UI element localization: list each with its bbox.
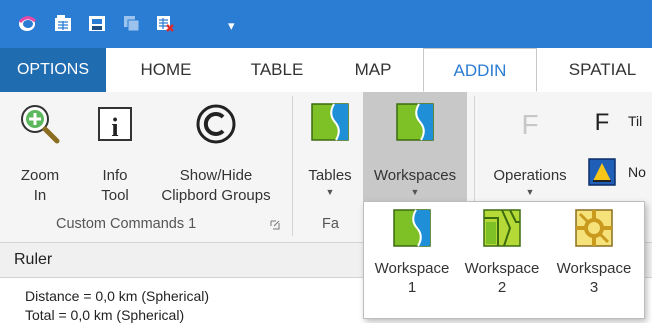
workspace-1-label-2: 1: [407, 279, 417, 296]
workspaces-dropdown-menu: Workspace 1 Workspace 2 Workspace 3: [363, 201, 645, 319]
tab-options[interactable]: OPTIONS: [0, 48, 106, 92]
show-hide-label-2: Clipbord Groups: [161, 187, 271, 204]
workspace-3-label-2: 3: [589, 279, 599, 296]
north-arrow-button[interactable]: No: [588, 156, 652, 186]
tables-label: Tables: [308, 167, 352, 184]
info-tool-label-2: Tool: [101, 187, 129, 204]
custom-commands-group-label: Custom Commands 1: [56, 216, 197, 232]
workspace-1-label-1: Workspace: [374, 260, 450, 277]
tile-label: Til: [628, 113, 643, 129]
zoom-in-label-2: In: [33, 187, 47, 204]
tables-button[interactable]: Tables ▼: [304, 102, 356, 198]
copy-icon[interactable]: [121, 12, 141, 34]
tab-spatial[interactable]: SPATIAL: [553, 48, 652, 92]
zoom-in-label-1: Zoom: [20, 167, 60, 184]
close-table-icon[interactable]: [155, 12, 175, 34]
tab-home[interactable]: HOME: [122, 48, 210, 92]
workspaces-dropdown-arrow-icon: ▼: [410, 187, 420, 197]
info-tool-label-1: Info: [102, 167, 128, 184]
tables-map-icon: [311, 103, 349, 141]
tab-table[interactable]: TABLE: [232, 48, 322, 92]
operations-icon: F: [521, 109, 538, 140]
workspace-3-map-icon: [575, 209, 613, 247]
fa-group-label: Fa: [322, 216, 339, 232]
show-hide-label-1: Show/Hide: [179, 167, 253, 184]
customize-qat-icon[interactable]: ▾: [228, 18, 235, 34]
workspaces-label: Workspaces: [373, 167, 457, 184]
ruler-title: Ruler: [14, 251, 53, 268]
operations-label: Operations: [493, 167, 567, 184]
workspace-1-item[interactable]: Workspace 1: [367, 208, 457, 297]
svg-text:F: F: [521, 109, 538, 140]
quick-access-toolbar: ▾: [0, 0, 652, 48]
ruler-distance: Distance = 0,0 km (Spherical): [25, 288, 210, 304]
info-icon: i: [98, 107, 132, 142]
workspaces-button[interactable]: Workspaces ▼: [363, 92, 467, 202]
north-arrow-icon: [588, 158, 616, 186]
app-logo-icon[interactable]: [17, 12, 37, 34]
operations-dropdown-arrow-icon: ▼: [525, 187, 535, 197]
workspace-2-label-2: 2: [497, 279, 507, 296]
info-tool-button[interactable]: i Info Tool: [90, 102, 140, 206]
operations-button[interactable]: F Operations ▼: [484, 102, 576, 198]
workspaces-map-icon: [396, 103, 434, 141]
workspace-3-label-1: Workspace: [556, 260, 632, 277]
dialog-launcher-icon[interactable]: [270, 220, 280, 230]
ruler-total: Total = 0,0 km (Spherical): [25, 307, 185, 323]
workspace-1-map-icon: [393, 209, 431, 247]
show-hide-clipboard-groups-button[interactable]: Show/Hide Clipbord Groups: [150, 102, 282, 206]
tile-button[interactable]: F Til: [592, 106, 652, 136]
copyright-icon: [196, 104, 236, 144]
workspace-3-item[interactable]: Workspace 3: [549, 208, 639, 297]
svg-text:F: F: [595, 109, 610, 134]
north-arrow-label: No: [628, 164, 646, 180]
tab-addin[interactable]: ADDIN: [423, 48, 537, 92]
zoom-in-button[interactable]: Zoom In: [16, 102, 64, 206]
workspace-open-icon[interactable]: [53, 12, 73, 34]
tab-map[interactable]: MAP: [335, 48, 411, 92]
workspace-2-map-icon: [483, 209, 521, 247]
zoom-in-icon: [21, 105, 60, 144]
workspace-2-label-1: Workspace: [464, 260, 540, 277]
workspace-2-item[interactable]: Workspace 2: [457, 208, 547, 297]
svg-text:i: i: [111, 113, 118, 142]
group-separator: [292, 96, 293, 236]
save-icon[interactable]: [87, 12, 107, 34]
ribbon-tab-bar: OPTIONS HOME TABLE MAP ADDIN SPATIAL: [0, 48, 652, 93]
tables-dropdown-arrow-icon: ▼: [325, 187, 335, 197]
tile-icon: F: [595, 109, 610, 134]
